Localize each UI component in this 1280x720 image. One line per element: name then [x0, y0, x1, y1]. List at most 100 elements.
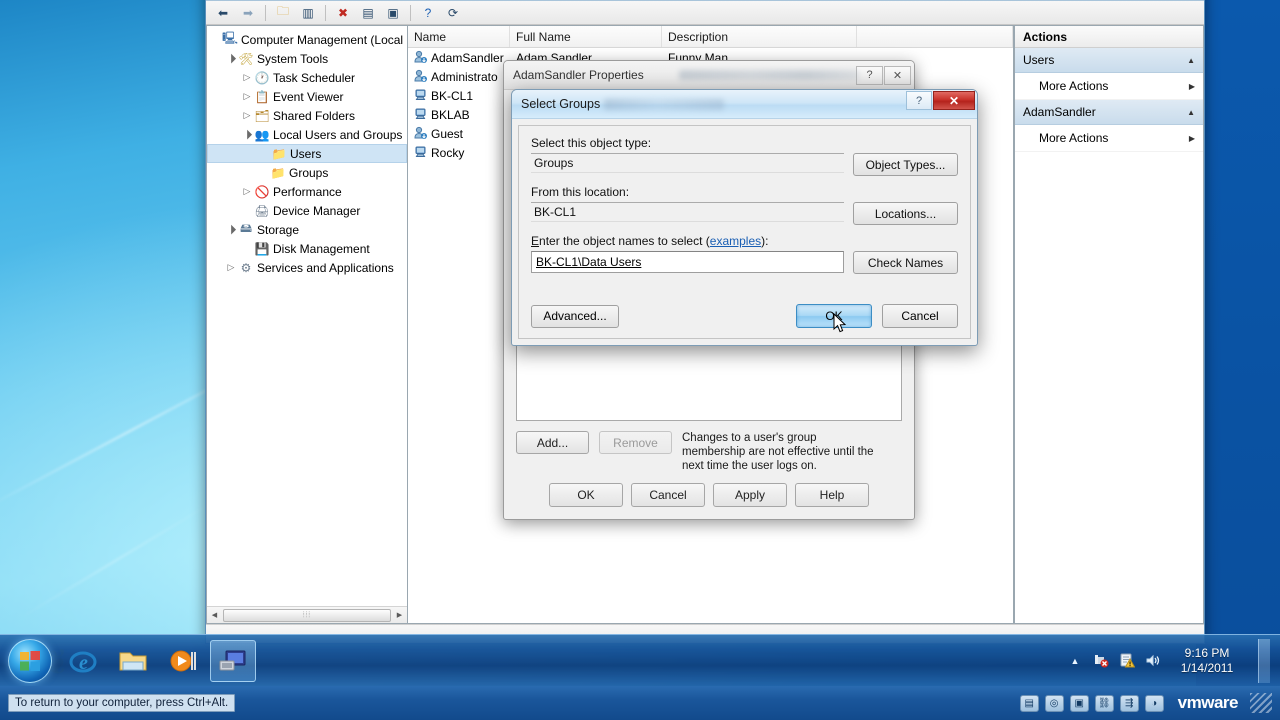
usb-icon[interactable]: ⇶ [1119, 694, 1139, 712]
action-item-more-actions[interactable]: More Actions ▶ [1015, 125, 1203, 152]
tree-collapsed-arrow-icon[interactable]: ▷ [241, 91, 253, 102]
column-header-description[interactable]: Description [662, 26, 857, 47]
tree-item-groups[interactable]: 📁 Groups [207, 163, 407, 182]
cell-name: Administrato [408, 69, 510, 85]
refresh-icon[interactable]: ⟳ [442, 3, 464, 23]
show-desktop-button[interactable] [1258, 638, 1270, 683]
tree-item-disk-management[interactable]: 💾 Disk Management [207, 239, 407, 258]
desktop-right-fill [1196, 0, 1280, 686]
tree-item-users[interactable]: 📁 Users [207, 144, 407, 163]
examples-link[interactable]: examples [710, 234, 761, 248]
properties-close-button[interactable]: ✕ [884, 65, 911, 85]
tree-item-event-viewer[interactable]: ▷ 📋 Event Viewer [207, 87, 407, 106]
action-center-warning-icon[interactable] [1118, 652, 1136, 670]
actions-pane: Actions Users ▲ More Actions ▶ AdamSandler ▲ M… [1014, 25, 1204, 624]
submenu-right-arrow-icon: ▶ [1188, 133, 1195, 143]
tree-collapsed-arrow-icon[interactable]: ▷ [225, 262, 237, 273]
tree-item-services-and-applications[interactable]: ▷ ⚙ Services and Applications [207, 258, 407, 277]
tree-item-local-users-and-groups[interactable]: ◢ 👥 Local Users and Groups [207, 125, 407, 144]
cell-name: BKLAB [408, 107, 510, 123]
tree-item-device-manager[interactable]: 🖨 Device Manager [207, 201, 407, 220]
properties-footer-buttons: OK Cancel Apply Help [516, 483, 902, 511]
add-button[interactable]: Add... [516, 431, 589, 454]
action-item-more-actions[interactable]: More Actions ▶ [1015, 73, 1203, 100]
device-manager-icon: 🖨 [254, 203, 270, 218]
floppy-icon[interactable]: ▣ [1069, 694, 1089, 712]
actions-group-header-adamsandler[interactable]: AdamSandler ▲ [1015, 100, 1203, 125]
properties-icon[interactable]: ▤ [357, 3, 379, 23]
volume-icon[interactable] [1144, 652, 1162, 670]
cell-name-text: Rocky [431, 145, 465, 160]
select-groups-close-button[interactable]: ✕ [933, 91, 975, 110]
sound-icon[interactable]: ◑ [1144, 694, 1164, 712]
show-hidden-icons-chevron-icon[interactable]: ▲ [1066, 652, 1084, 670]
properties-apply-button[interactable]: Apply [713, 483, 787, 507]
help-icon[interactable]: ? [417, 3, 439, 23]
properties-help-button[interactable]: Help [795, 483, 869, 507]
tree-item-shared-folders[interactable]: ▷ 🗂 Shared Folders [207, 106, 407, 125]
tree-item-computer-management-local[interactable]: 🖳 Computer Management (Local [207, 30, 407, 49]
taskbar-item-computer-management[interactable] [210, 639, 256, 682]
internet-explorer-icon: e [69, 651, 97, 674]
cd-drive-icon[interactable]: ◎ [1044, 694, 1064, 712]
advanced-button[interactable]: Advanced... [531, 304, 619, 328]
tree-collapsed-arrow-icon[interactable]: ▷ [241, 72, 253, 83]
tree-horizontal-scrollbar[interactable]: ◀ ⦙⦙⦙ ▶ [207, 606, 407, 623]
user-computer-icon [414, 88, 427, 104]
cell-name-text: Guest [431, 126, 464, 141]
network-icon[interactable]: ⛓ [1094, 694, 1114, 712]
tree-collapsed-arrow-icon[interactable]: ▷ [241, 186, 253, 197]
object-type-value: Groups [531, 153, 844, 173]
tree-item-system-tools[interactable]: ◢ 🛠 System Tools [207, 49, 407, 68]
select-groups-help-button[interactable]: ? [906, 91, 932, 110]
check-names-button[interactable]: Check Names [853, 251, 958, 274]
cell-name: BK-CL1 [408, 88, 510, 104]
location-value: BK-CL1 [531, 202, 844, 222]
collapse-up-arrow-icon[interactable]: ▲ [1187, 108, 1195, 117]
scrollbar-thumb[interactable]: ⦙⦙⦙ [223, 608, 391, 622]
properties-titlebar[interactable]: AdamSandler Properties ? ✕ [504, 61, 914, 90]
taskbar-item-windows-explorer[interactable] [110, 640, 156, 682]
export-list-icon[interactable]: ▣ [382, 3, 404, 23]
scroll-right-arrow-icon[interactable]: ▶ [392, 608, 407, 623]
column-header-filler [857, 26, 1013, 47]
resize-grip-icon[interactable] [1250, 693, 1272, 713]
network-error-icon[interactable] [1092, 652, 1110, 670]
column-header-full-name[interactable]: Full Name [510, 26, 662, 47]
cancel-button[interactable]: Cancel [882, 304, 958, 328]
object-names-input[interactable]: BK-CL1\Data Users [531, 251, 844, 273]
ok-button[interactable]: OK [796, 304, 872, 328]
tree-item-task-scheduler[interactable]: ▷ 🕐 Task Scheduler [207, 68, 407, 87]
show-hide-tree-icon[interactable]: ▥ [297, 3, 319, 23]
taskbar-item-internet-explorer[interactable]: e [60, 640, 106, 682]
taskbar-item-windows-media-player[interactable] [160, 640, 206, 682]
up-folder-icon[interactable]: 🗀 [272, 3, 294, 23]
locations-button[interactable]: Locations... [853, 202, 958, 225]
properties-cancel-button[interactable]: Cancel [631, 483, 705, 507]
tree-item-label: Device Manager [273, 203, 361, 218]
select-groups-titlebar[interactable]: Select Groups ? ✕ [512, 90, 977, 119]
tree-collapsed-arrow-icon[interactable]: ▷ [241, 110, 253, 121]
tree-item-performance[interactable]: ▷ 🚫 Performance [207, 182, 407, 201]
hard-disk-icon[interactable]: ▤ [1019, 694, 1039, 712]
tree-item-label: Groups [289, 165, 329, 180]
forward-icon[interactable]: ➡ [237, 3, 259, 23]
shared-folder-icon: 🗂 [254, 108, 270, 123]
back-icon[interactable]: ⬅ [212, 3, 234, 23]
properties-ok-button[interactable]: OK [549, 483, 623, 507]
console-tree: 🖳 Computer Management (Local ◢ 🛠 System Tool… [207, 26, 407, 606]
tree-item-storage[interactable]: ◢ 🖴 Storage [207, 220, 407, 239]
object-types-button[interactable]: Object Types... [853, 153, 958, 176]
delete-icon[interactable]: ✖ [332, 3, 354, 23]
user-computer-icon [414, 107, 427, 123]
taskbar-clock[interactable]: 9:16 PM 1/14/2011 [1170, 646, 1244, 676]
vmware-hint-text: To return to your computer, press Ctrl+A… [8, 694, 236, 712]
column-header-name[interactable]: Name [408, 26, 510, 47]
actions-group-header-users[interactable]: Users ▲ [1015, 48, 1203, 73]
action-item-label: More Actions [1039, 79, 1109, 93]
scroll-left-arrow-icon[interactable]: ◀ [207, 608, 222, 623]
collapse-up-arrow-icon[interactable]: ▲ [1187, 56, 1195, 65]
properties-title-text: AdamSandler Properties [513, 68, 644, 82]
start-orb-button[interactable] [8, 638, 52, 683]
properties-help-button[interactable]: ? [856, 65, 883, 85]
